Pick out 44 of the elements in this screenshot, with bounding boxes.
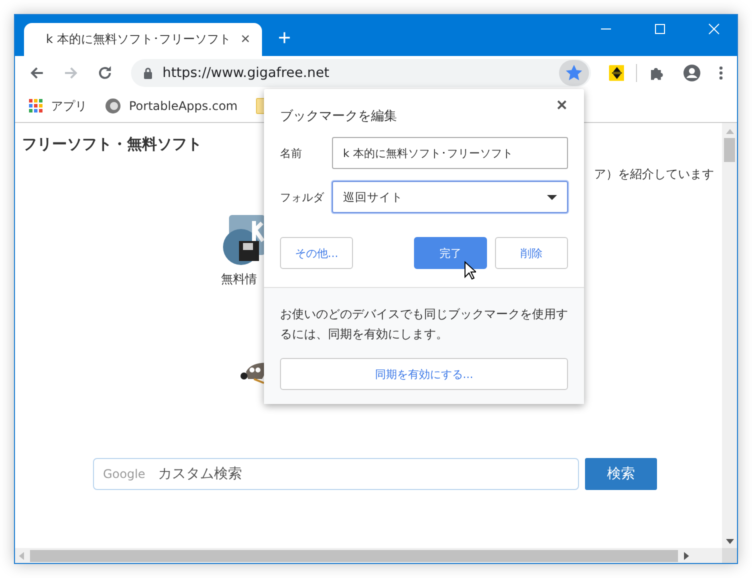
apps-grid-icon [29, 99, 43, 113]
scroll-right-icon[interactable] [684, 552, 689, 560]
reload-icon[interactable] [96, 65, 113, 81]
tab-title: k 本的に無料ソフト･フリーソフト [46, 31, 231, 48]
scrollbar-thumb[interactable] [724, 138, 735, 162]
search-button[interactable]: 検索 [585, 458, 657, 490]
bookmark-item[interactable]: アプリ [29, 98, 87, 114]
puzzle-icon[interactable] [649, 65, 666, 81]
globe-icon [105, 98, 121, 114]
sync-message: お使いのどのデバイスでも同じブックマークを使用するには、同期を有効にします。 [280, 306, 568, 343]
scrollbar-corner [722, 548, 737, 563]
intro-text: ア）を紹介しています [594, 166, 714, 183]
url-text: https://www.gigafree.net [162, 65, 330, 81]
horizontal-scrollbar[interactable] [15, 548, 737, 563]
name-field[interactable]: k 本的に無料ソフト･フリーソフト [332, 137, 568, 169]
extension-icon[interactable] [608, 65, 624, 81]
dialog-title: ブックマークを編集 [280, 108, 397, 125]
close-button[interactable]: ✕ [556, 97, 568, 113]
page-heading: フリーソフト・無料ソフト [22, 135, 202, 154]
scrollbar-thumb[interactable] [30, 550, 678, 562]
dialog-button[interactable]: その他... [280, 237, 353, 269]
dialog-button[interactable]: 削除 [495, 237, 568, 269]
maximize-icon[interactable] [654, 23, 666, 35]
search-provider-label: Google [103, 467, 146, 481]
scroll-down-icon[interactable] [726, 539, 734, 544]
address-bar[interactable]: https://www.gigafree.net [130, 59, 591, 87]
back-icon[interactable] [29, 65, 45, 81]
close-icon[interactable] [708, 23, 720, 35]
profile-icon[interactable] [683, 64, 702, 82]
folder-dropdown[interactable]: 巡回サイト [332, 181, 568, 213]
tab-close-button[interactable]: × [240, 30, 250, 48]
vertical-scrollbar[interactable] [722, 123, 737, 548]
field-label: フォルダ [280, 190, 326, 204]
lock-icon [142, 67, 153, 79]
browser-tab[interactable]: k 本的に無料ソフト･フリーソフト × [24, 23, 262, 56]
cursor-icon [464, 261, 476, 280]
dropdown-arrow-icon [547, 194, 557, 200]
bookmark-item[interactable]: PortableApps.com [105, 98, 238, 114]
menu-icon[interactable] [719, 65, 723, 81]
field-label: 名前 [280, 146, 303, 160]
icon-caption: 無料情 [221, 271, 257, 288]
new-tab-button[interactable]: + [270, 24, 299, 50]
star-icon[interactable] [566, 65, 582, 81]
sync-button[interactable]: 同期を有効にする... [280, 358, 568, 390]
